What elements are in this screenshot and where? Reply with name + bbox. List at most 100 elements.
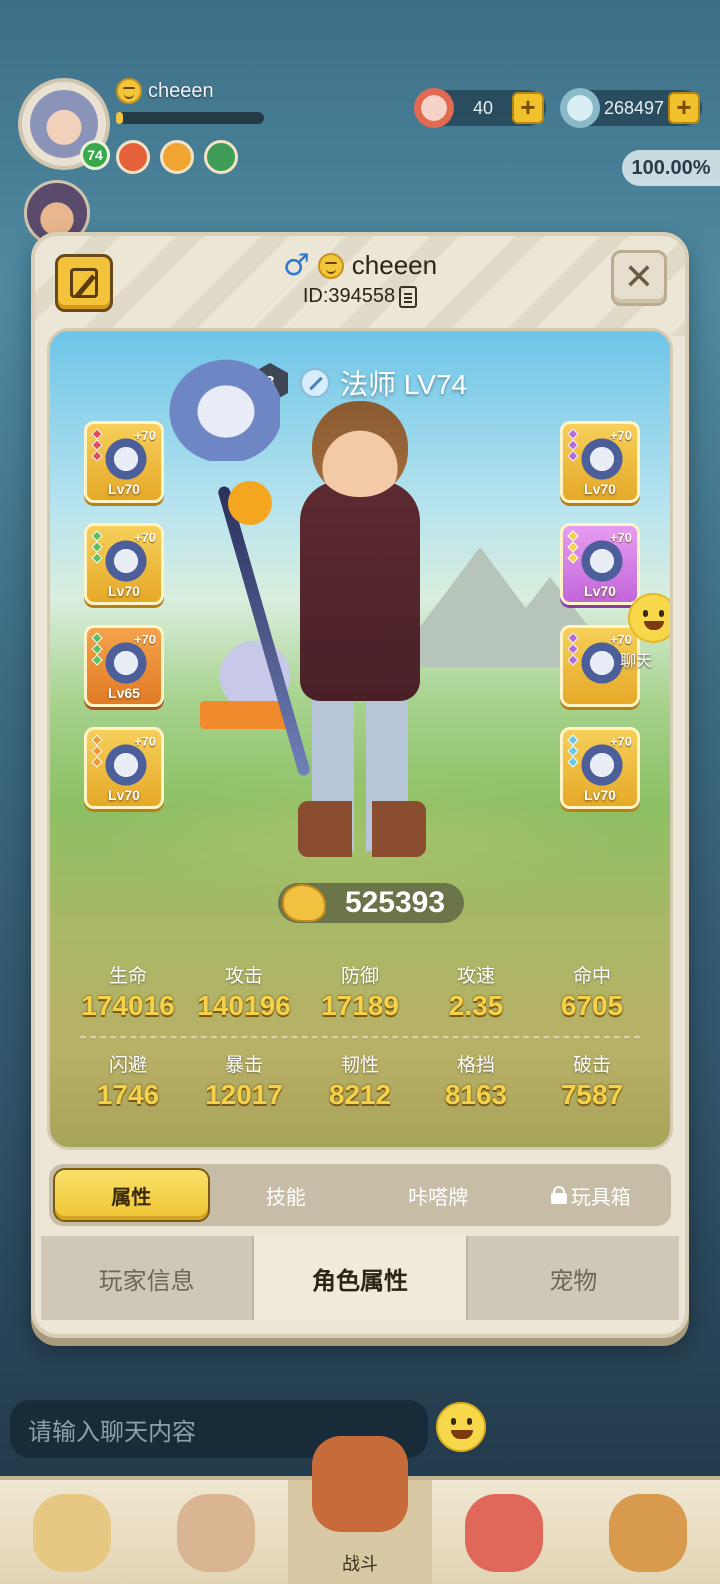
equip-slot-left-4[interactable]: +70 Lv70	[84, 727, 164, 809]
stat-value: 174016	[81, 990, 175, 1021]
stat-label: 破击	[572, 1055, 611, 1076]
combat-power: 525393	[278, 883, 464, 923]
stat-value: 8163	[444, 1079, 508, 1110]
subtab-skills[interactable]: 技能	[210, 1168, 363, 1222]
subtab-attributes[interactable]: 属性	[53, 1168, 210, 1222]
pet-nav-icon	[465, 1494, 543, 1572]
tab-character-attributes[interactable]: 角色属性	[252, 1236, 466, 1320]
fruit	[228, 481, 272, 525]
subtab-toybox-label: 玩具箱	[570, 1186, 631, 1209]
stool	[200, 701, 290, 729]
id-row: ID:394558	[302, 285, 418, 308]
staff	[216, 485, 312, 777]
equip-slot-left-1[interactable]: +70 Lv70	[84, 421, 164, 503]
smile-face-icon	[317, 252, 344, 279]
male-gender-icon: ♂	[282, 247, 310, 283]
nav-item-character[interactable]	[0, 1480, 144, 1584]
tab-player-info[interactable]: 玩家信息	[41, 1236, 253, 1320]
mage-class-icon	[300, 368, 330, 398]
battle-nav-icon	[312, 1436, 408, 1532]
character-scene: 3 法师 LV74 +70 Lv70 +70 Lv70 +70	[47, 328, 673, 1150]
nav-item-pet[interactable]	[432, 1480, 576, 1584]
stat-value: 17189	[321, 990, 399, 1021]
hud-player-name: cheeen	[116, 78, 214, 104]
slot-level: Lv70	[108, 787, 140, 803]
equip-slot-left-3[interactable]: +70 Lv65	[84, 625, 164, 707]
profile-header: ♂ cheeen ID:394558	[35, 250, 685, 308]
slot-gems	[91, 428, 103, 463]
tab-pet[interactable]: 宠物	[465, 1236, 679, 1320]
slot-level: Lv65	[108, 685, 140, 701]
stat-label: 防御	[340, 966, 379, 987]
equip-slot-right-1[interactable]: +70 Lv70	[560, 421, 640, 503]
subtab-toybox[interactable]: 玩具箱	[515, 1168, 668, 1222]
slot-plus: +70	[609, 632, 632, 647]
stat-toughness: 韧性 8212	[302, 1050, 418, 1111]
medal-icon[interactable]	[160, 140, 194, 174]
player-profile-modal: ✕ ♂ cheeen ID:394558 3 法师 LV74	[31, 232, 689, 1338]
profile-name: cheeen	[351, 250, 438, 280]
slot-level: Lv70	[584, 583, 616, 599]
player-id: ID:394558	[302, 285, 396, 307]
chat-emoji-icon[interactable]	[628, 593, 670, 643]
slot-gems	[91, 632, 103, 667]
stats-panel: 生命 174016 攻击 140196 防御 17189 攻速 2.35 命中 6705 …	[70, 961, 650, 1111]
character-head	[312, 401, 408, 497]
bottom-tab-bar: 玩家信息 角色属性 宠物	[41, 1236, 679, 1320]
stat-label: 闪避	[108, 1055, 147, 1076]
stat-label: 格挡	[456, 1055, 495, 1076]
stat-label: 生命	[108, 966, 147, 987]
stats-row: 生命 174016 攻击 140196 防御 17189 攻速 2.35 命中 6705	[70, 961, 650, 1022]
equip-slot-right-4[interactable]: +70 Lv70	[560, 727, 640, 809]
slot-gems	[567, 428, 579, 463]
stat-label: 攻击	[224, 966, 263, 987]
copy-id-icon[interactable]	[399, 285, 418, 308]
nav-item-battle[interactable]: 战斗	[288, 1436, 432, 1584]
currency-2-value: 268497	[603, 97, 665, 118]
xp-bar-fill	[116, 112, 124, 124]
equip-slot-right-2[interactable]: +70 Lv70	[560, 523, 640, 605]
stat-value: 2.35	[448, 990, 504, 1021]
stat-label: 韧性	[340, 1055, 379, 1076]
slot-plus: +70	[609, 428, 632, 443]
nav-item-guild[interactable]	[576, 1480, 720, 1584]
stat-block: 格挡 8163	[418, 1050, 534, 1111]
hero-nav-icon	[177, 1494, 255, 1572]
nav-item-hero[interactable]	[144, 1480, 288, 1584]
currency-1-value: 40	[472, 97, 494, 118]
stat-label: 命中	[572, 966, 611, 987]
stat-label: 攻速	[456, 966, 495, 987]
nav-battle-label: 战斗	[342, 1554, 378, 1574]
stats-divider	[80, 1036, 640, 1038]
medal-icon[interactable]	[116, 140, 150, 174]
class-level: 法师 LV74	[340, 369, 468, 400]
guild-nav-icon	[609, 1494, 687, 1572]
equip-slot-left-2[interactable]: +70 Lv70	[84, 523, 164, 605]
pvp-medal-icon[interactable]	[204, 140, 238, 174]
class-row: 3 法师 LV74	[250, 363, 467, 403]
chat-label[interactable]: 聊天	[620, 647, 652, 671]
slot-gems	[91, 734, 103, 769]
stat-defense: 防御 17189	[302, 961, 418, 1022]
add-currency-2-button[interactable]: +	[668, 92, 700, 124]
currency-1-pill: 40 +	[414, 88, 546, 128]
pet-bird	[160, 351, 280, 461]
character-boots	[298, 801, 426, 857]
smile-face-icon	[116, 78, 142, 104]
subtab-cards[interactable]: 咔嗒牌	[362, 1168, 515, 1222]
slot-level: Lv70	[108, 583, 140, 599]
add-currency-1-button[interactable]: +	[512, 92, 544, 124]
character-body	[300, 481, 420, 701]
slot-plus: +70	[133, 734, 156, 749]
slot-gems	[567, 530, 579, 565]
lock-icon	[550, 1186, 567, 1204]
character-nav-icon	[33, 1494, 111, 1572]
shell-currency-icon	[414, 88, 454, 128]
emoji-button[interactable]	[436, 1402, 486, 1452]
muscle-arm-icon	[282, 884, 326, 922]
currency-2-pill: 268497 +	[560, 88, 702, 128]
stat-crit: 暴击 12017	[186, 1050, 302, 1111]
stat-value: 6705	[560, 990, 624, 1021]
stat-attack-speed: 攻速 2.35	[418, 961, 534, 1022]
stat-dodge: 闪避 1746	[70, 1050, 186, 1111]
